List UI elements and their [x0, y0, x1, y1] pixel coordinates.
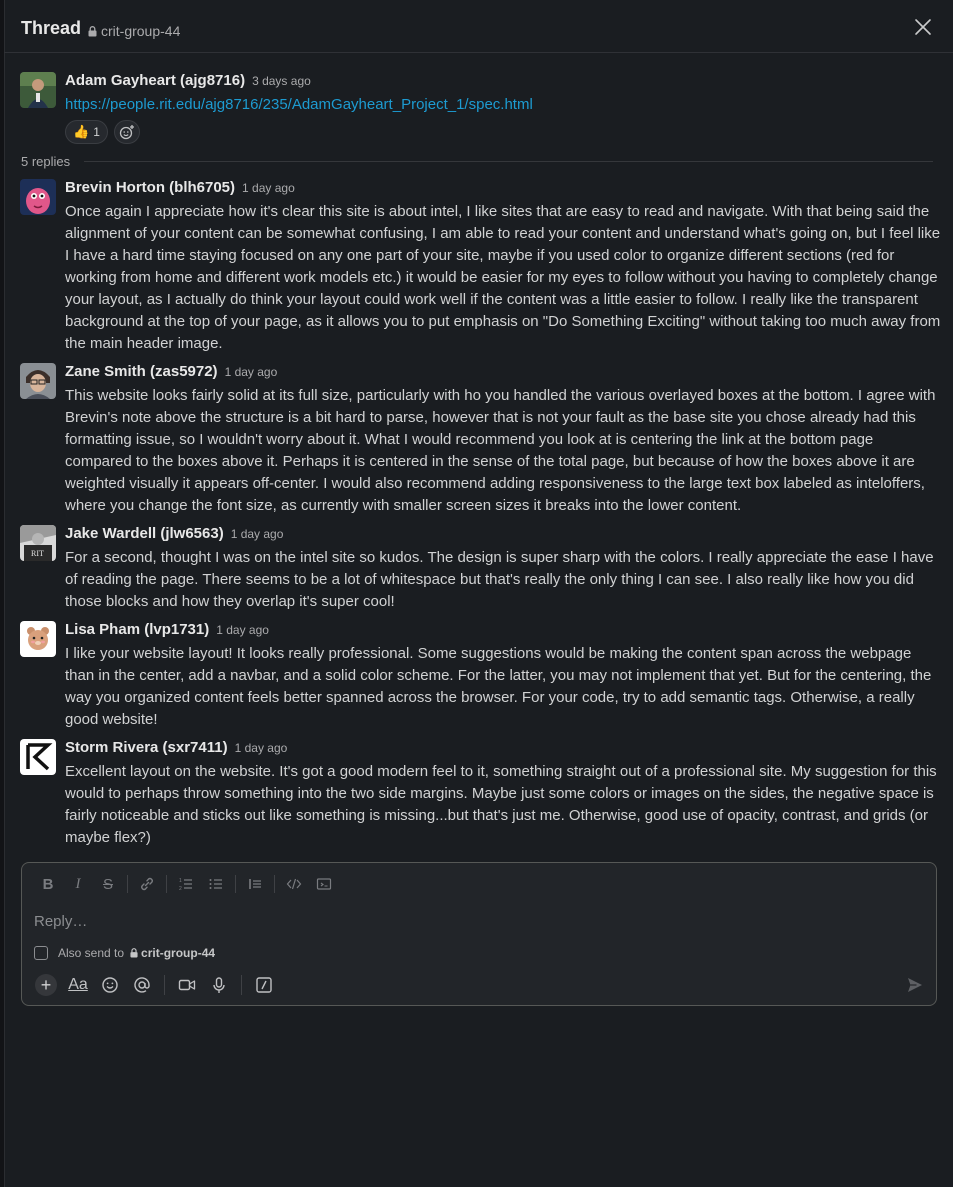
- slash-command-icon: [256, 977, 272, 993]
- replies-count: 5 replies: [21, 153, 71, 169]
- code-block-icon[interactable]: [309, 871, 339, 897]
- timestamp[interactable]: 1 day ago: [235, 741, 288, 755]
- thread-channel-name: crit-group-44: [101, 23, 181, 39]
- ordered-list-icon[interactable]: 12: [171, 871, 201, 897]
- timestamp[interactable]: 1 day ago: [216, 623, 269, 637]
- message-body: Lisa Pham (lvp1731) 1 day ago I like you…: [65, 621, 941, 731]
- author-name[interactable]: Brevin Horton (blh6705): [65, 179, 235, 196]
- reply-composer: B I S 12 Also send to crit-group-44 +: [21, 862, 937, 1006]
- avatar[interactable]: [20, 72, 56, 108]
- replies-divider: 5 replies: [21, 152, 933, 170]
- message-text: For a second, thought I was on the intel…: [65, 549, 934, 610]
- send-icon[interactable]: [906, 976, 924, 994]
- bulleted-list-icon[interactable]: [201, 871, 231, 897]
- svg-text:RIT: RIT: [31, 549, 44, 558]
- message-body: Storm Rivera (sxr7411) 1 day ago Excelle…: [65, 739, 941, 849]
- message-text: Once again I appreciate how it's clear t…: [65, 203, 941, 352]
- timestamp[interactable]: 1 day ago: [225, 365, 278, 379]
- toolbar-separator: [235, 875, 236, 893]
- code-icon[interactable]: [279, 871, 309, 897]
- emoji-button[interactable]: [94, 971, 126, 999]
- also-send-row: Also send to crit-group-44: [34, 946, 215, 960]
- author-name[interactable]: Zane Smith (zas5972): [65, 363, 218, 380]
- microphone-icon: [213, 977, 225, 993]
- avatar[interactable]: RIT: [20, 525, 56, 561]
- timestamp[interactable]: 1 day ago: [242, 181, 295, 195]
- shortcuts-button[interactable]: [248, 971, 280, 999]
- toolbar-separator: [164, 975, 165, 995]
- lock-icon: [130, 948, 138, 958]
- reply-input[interactable]: [34, 909, 914, 933]
- close-icon[interactable]: [912, 16, 934, 38]
- avatar[interactable]: [20, 621, 56, 657]
- italic-icon[interactable]: I: [63, 871, 93, 897]
- thread-channel[interactable]: crit-group-44: [88, 23, 180, 39]
- toolbar-separator: [127, 875, 128, 893]
- avatar[interactable]: [20, 739, 56, 775]
- add-reaction-button[interactable]: [113, 120, 140, 144]
- link-icon[interactable]: [132, 871, 162, 897]
- svg-text:1: 1: [179, 878, 182, 884]
- also-send-channel: crit-group-44: [130, 946, 215, 960]
- also-send-checkbox[interactable]: [34, 946, 48, 960]
- thumbs-up-reaction[interactable]: 👍 1: [65, 120, 108, 144]
- text-format-button[interactable]: Aa: [62, 971, 94, 999]
- audio-button[interactable]: [203, 971, 235, 999]
- message-body: Brevin Horton (blh6705) 1 day ago Once a…: [65, 179, 941, 355]
- strike-glyph: S: [102, 875, 113, 893]
- message-text: I like your website layout! It looks rea…: [65, 645, 932, 728]
- author-name[interactable]: Adam Gayheart (ajg8716): [65, 72, 245, 89]
- bold-glyph: B: [42, 875, 54, 893]
- thread-header: Thread crit-group-44: [4, 0, 953, 53]
- blockquote-icon[interactable]: [240, 871, 270, 897]
- thread-title: Thread: [21, 18, 82, 38]
- author-name[interactable]: Lisa Pham (lvp1731): [65, 621, 209, 638]
- message-text: Excellent layout on the website. It's go…: [65, 763, 937, 846]
- attach-button[interactable]: +: [30, 971, 62, 999]
- message-text: This website looks fairly solid at its f…: [65, 387, 936, 514]
- message-body: Jake Wardell (jlw6563) 1 day ago For a s…: [65, 525, 941, 613]
- bold-icon[interactable]: B: [33, 871, 63, 897]
- italic-glyph: I: [75, 875, 81, 892]
- author-name[interactable]: Jake Wardell (jlw6563): [65, 525, 224, 542]
- avatar[interactable]: [20, 179, 56, 215]
- video-icon: [178, 979, 196, 991]
- thread-pane: Thread crit-group-44 Adam Gayheart (ajg8…: [4, 0, 953, 1187]
- video-button[interactable]: [171, 971, 203, 999]
- plus-icon: +: [35, 974, 57, 996]
- mention-icon: [134, 977, 150, 993]
- composer-actions: + Aa: [30, 971, 280, 999]
- message-link[interactable]: https://people.rit.edu/ajg8716/235/AdamG…: [65, 94, 941, 116]
- add-reaction-icon: [119, 125, 134, 140]
- toolbar-separator: [241, 975, 242, 995]
- message-body: Adam Gayheart (ajg8716) 3 days ago https…: [65, 72, 941, 144]
- emoji-icon: [102, 977, 118, 993]
- message-body: Zane Smith (zas5972) 1 day ago This webs…: [65, 363, 941, 517]
- avatar[interactable]: [20, 363, 56, 399]
- strikethrough-icon[interactable]: S: [93, 871, 123, 897]
- divider-line: [84, 160, 933, 162]
- author-name[interactable]: Storm Rivera (sxr7411): [65, 739, 228, 756]
- timestamp[interactable]: 3 days ago: [252, 74, 311, 88]
- timestamp[interactable]: 1 day ago: [231, 527, 284, 541]
- thumbs-up-icon: 👍: [73, 124, 90, 139]
- toolbar-separator: [274, 875, 275, 893]
- reaction-count: 1: [93, 125, 100, 139]
- formatting-toolbar: B I S 12: [22, 871, 339, 897]
- mention-button[interactable]: [126, 971, 158, 999]
- reactions: 👍 1: [65, 120, 941, 144]
- lock-icon: [88, 25, 97, 36]
- also-send-label: Also send to: [58, 946, 125, 960]
- toolbar-separator: [166, 875, 167, 893]
- svg-text:2: 2: [179, 886, 182, 892]
- also-send-channel-name: crit-group-44: [141, 946, 216, 960]
- text-format-icon: Aa: [68, 976, 88, 993]
